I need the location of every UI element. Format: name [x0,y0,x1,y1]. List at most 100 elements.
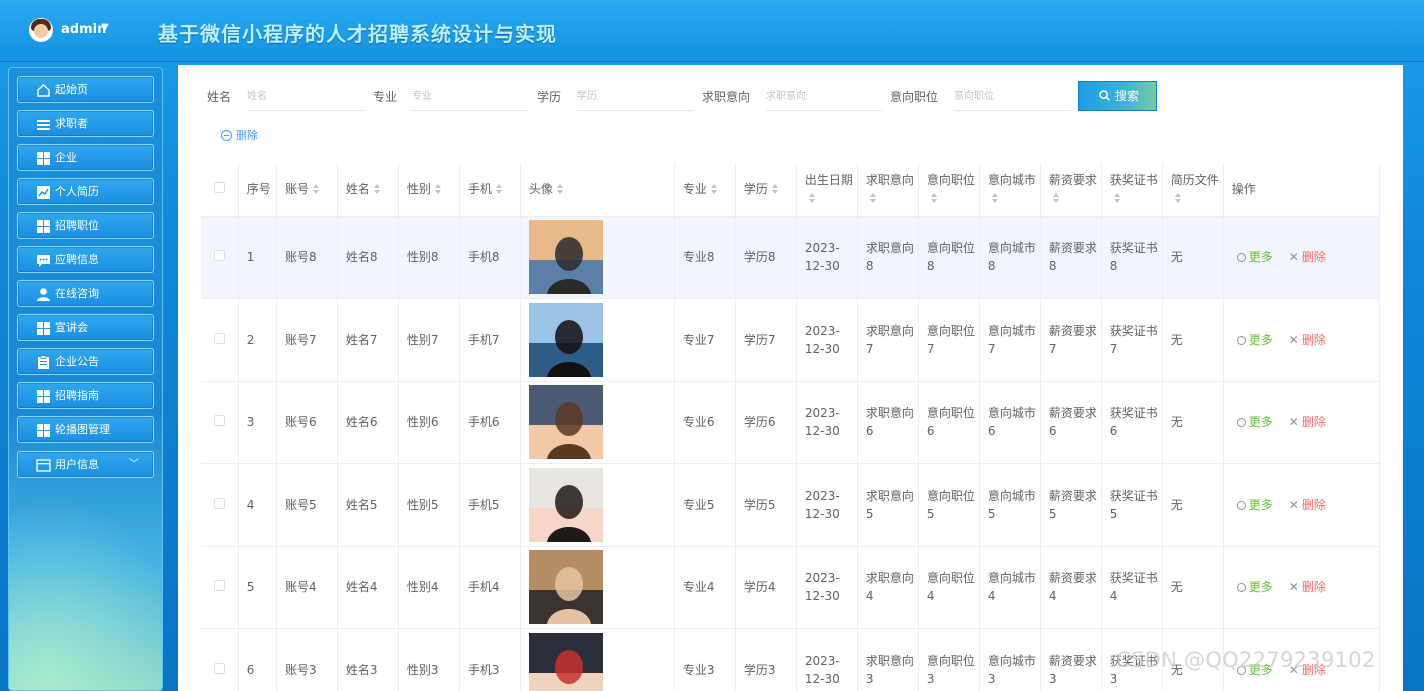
search-input-name[interactable] [247,83,364,111]
sort-icon[interactable] [991,193,999,204]
sidebar-item[interactable]: 用户信息 ﹀ [17,451,154,478]
more-button[interactable]: 更多 [1236,498,1273,512]
more-button[interactable]: 更多 [1236,333,1273,347]
sidebar-item[interactable]: 招聘指南 [17,382,154,409]
sidebar-item-label: 企业公告 [55,355,99,368]
sidebar-item[interactable]: 个人简历 [17,178,154,205]
cell-name: 姓名5 [337,463,399,547]
search-input-position[interactable] [954,83,1071,111]
sort-icon[interactable] [869,193,877,204]
sort-icon[interactable] [1113,193,1121,204]
table-row[interactable]: 1 账号8 姓名8 性别8 手机8 专业8 学历8 2023-12-30 求职意向8 意向职位8 意… [201,216,1381,299]
avatar-image[interactable] [528,220,603,295]
header-cell[interactable]: 专业 [674,163,736,217]
sort-icon[interactable] [808,193,816,204]
sidebar-item[interactable]: 在线咨询 [17,280,154,307]
sort-icon[interactable] [373,184,381,195]
avatar[interactable] [29,18,53,42]
header-cell[interactable]: 姓名 [337,163,399,217]
checkbox[interactable] [213,662,225,674]
cell-birth: 2023-12-30 [796,628,858,691]
table-row[interactable]: 2 账号7 姓名7 性别7 手机7 专业7 学历7 2023-12-30 求职意向7 意向职位7 意… [201,298,1381,382]
avatar-image[interactable] [528,302,603,377]
cell-birth: 2023-12-30 [796,381,858,464]
user-name[interactable]: admin [61,22,106,37]
sort-icon[interactable] [556,184,564,195]
cell-edu: 学历6 [735,381,797,464]
sort-icon[interactable] [312,184,320,195]
more-button[interactable]: 更多 [1236,415,1273,429]
row-select-cell[interactable] [201,546,239,629]
sidebar-item[interactable]: 求职者 [17,110,154,137]
search-button[interactable]: 搜索 [1078,81,1157,111]
sort-icon[interactable] [495,184,503,195]
sidebar-item[interactable]: 企业 [17,144,154,171]
header-cell[interactable]: 出生日期 [796,163,858,217]
more-button[interactable]: 更多 [1236,580,1273,594]
avatar-cell [520,546,675,629]
more-button[interactable]: 更多 [1236,250,1273,264]
checkbox[interactable] [213,580,225,592]
row-select-cell[interactable] [201,381,239,464]
sort-icon[interactable] [771,184,779,195]
header-select-all[interactable] [201,163,239,217]
header-cell[interactable]: 学历 [735,163,797,217]
search-input-major[interactable] [412,83,529,111]
delete-button[interactable]: ✕ 删除 [1289,250,1326,264]
table-row[interactable]: 4 账号5 姓名5 性别5 手机5 专业5 学历5 2023-12-30 求职意向5 意向职位5 意… [201,463,1381,547]
avatar-cell [520,381,675,464]
sidebar-item-label: 求职者 [55,117,88,130]
row-select-cell[interactable] [201,628,239,691]
header-cell[interactable]: 手机 [459,163,521,217]
table-row[interactable]: 5 账号4 姓名4 性别4 手机4 专业4 学历4 2023-12-30 求职意向4 意向职位4 意… [201,546,1381,629]
row-select-cell[interactable] [201,463,239,547]
cell-name: 姓名3 [337,628,399,691]
cell-idx: 6 [238,628,277,691]
sort-icon[interactable] [710,184,718,195]
header-cell[interactable]: 头像 [520,163,675,217]
sidebar-item[interactable]: 应聘信息 [17,246,154,273]
delete-button[interactable]: ✕ 删除 [1289,415,1326,429]
header-cell[interactable]: 简历文件 [1162,163,1224,217]
header-cell[interactable]: 意向职位 [918,163,980,217]
checkbox[interactable] [213,497,225,509]
sidebar-item[interactable]: 招聘职位 [17,212,154,239]
avatar-image[interactable] [528,550,603,625]
search-input-education[interactable] [577,83,694,111]
header-cell[interactable]: 账号 [276,163,338,217]
table-row[interactable]: 3 账号6 姓名6 性别6 手机6 专业6 学历6 2023-12-30 求职意向6 意向职位6 意… [201,381,1381,464]
row-select-cell[interactable] [201,216,239,299]
delete-button[interactable]: ✕ 删除 [1289,580,1326,594]
avatar-image[interactable] [528,632,603,691]
sidebar-item[interactable]: 企业公告 [17,348,154,375]
sort-icon[interactable] [930,193,938,204]
sort-icon[interactable] [1174,193,1182,204]
delete-button[interactable]: ✕ 删除 [1289,498,1326,512]
checkbox[interactable] [213,182,225,194]
table-header-row: 序号 账号 姓名 性别 手机 头像 专业 学历 出生日期 求职意向 意向职位 意… [201,163,1381,217]
sidebar-item[interactable]: 轮播图管理 [17,416,154,443]
search-input-intent[interactable] [766,83,883,111]
sort-icon[interactable] [434,184,442,195]
header-cell[interactable]: 性别 [398,163,460,217]
sidebar-item[interactable]: 起始页 [17,76,154,103]
avatar-image[interactable] [528,467,603,542]
checkbox[interactable] [213,415,225,427]
header-cell[interactable]: 意向城市 [979,163,1041,217]
row-select-cell[interactable] [201,298,239,382]
checkbox[interactable] [213,332,225,344]
cell-salary: 薪资要求4 [1040,546,1102,629]
sidebar-item-label: 招聘指南 [55,389,99,402]
sort-icon[interactable] [1052,193,1060,204]
avatar-image[interactable] [528,385,603,460]
sidebar-item[interactable]: 宣讲会 [17,314,154,341]
header-cell[interactable]: 求职意向 [857,163,919,217]
delete-button[interactable]: ✕ 删除 [1289,333,1326,347]
caret-down-icon[interactable]: ▼ [101,22,109,33]
checkbox[interactable] [213,250,225,262]
batch-delete-button[interactable]: 删除 [221,127,258,143]
minus-circle-icon [221,130,232,141]
header-cell[interactable]: 薪资要求 [1040,163,1102,217]
cell-salary: 薪资要求6 [1040,381,1102,464]
header-cell[interactable]: 获奖证书 [1101,163,1163,217]
